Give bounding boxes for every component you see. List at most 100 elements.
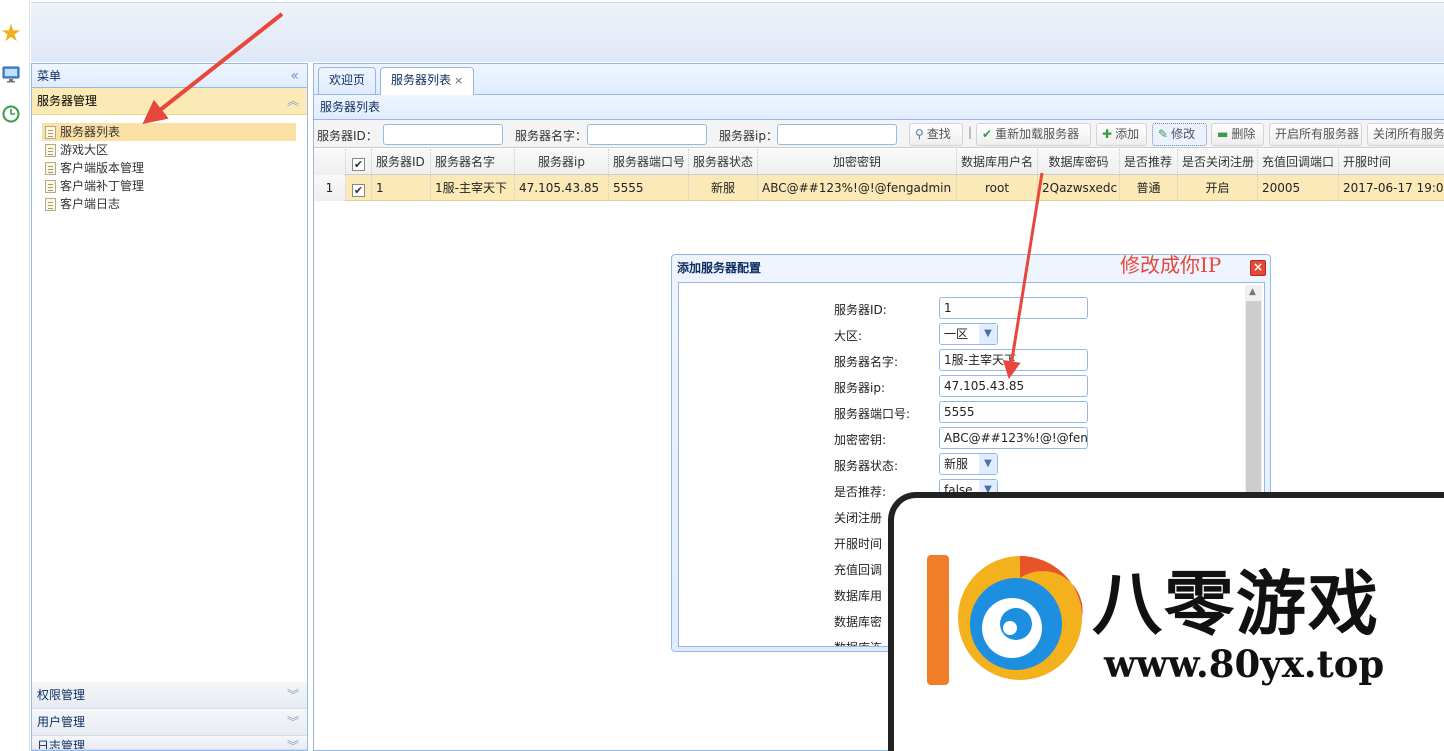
add-button[interactable]: ✚ 添加 [1096, 123, 1147, 146]
col-server-name[interactable]: 服务器名字 [431, 149, 515, 175]
server-id-label: 服务器ID： [317, 129, 378, 143]
rownum-header [314, 149, 346, 175]
encrypt-key-field[interactable]: ABC@##123%!@!@fengadmin [939, 427, 1088, 449]
watermark-brand: 八零游戏 [1092, 563, 1380, 645]
accordion-server-management[interactable]: 服务器管理 ︽ [32, 88, 307, 115]
left-icon-strip: ★ [0, 0, 30, 751]
tree-item-client-log[interactable]: 客户端日志 [42, 195, 296, 213]
chevron-down-icon[interactable]: ▼ [979, 454, 997, 474]
accordion-user[interactable]: 用户管理 ︾ [32, 709, 307, 736]
col-db-user[interactable]: 数据库用户名 [957, 149, 1038, 175]
select-all-checkbox[interactable]: ✔ [346, 149, 372, 175]
tab-close-icon[interactable]: × [454, 74, 463, 87]
start-all-servers-button[interactable]: 开启所有服务器 [1269, 123, 1362, 146]
cell-db-user: root [957, 175, 1038, 201]
cell-server-ip: 47.105.43.85 [515, 175, 609, 201]
tree-item-client-version[interactable]: 客户端版本管理 [42, 159, 296, 177]
field-region: 大区: 一区 ▼ [834, 323, 1094, 345]
tab-strip: 欢迎页 服务器列表 × [314, 64, 1444, 95]
table-row[interactable]: 1 ✔ 1 1服-主宰天下 47.105.43.85 5555 新服 ABC@#… [314, 175, 1444, 201]
stop-all-servers-button[interactable]: 关闭所有服务器 [1367, 123, 1444, 146]
tree-item-game-region[interactable]: 游戏大区 [42, 141, 296, 159]
star-icon[interactable]: ★ [0, 19, 22, 47]
server-id-field[interactable]: 1 [939, 297, 1088, 319]
clock-icon[interactable] [0, 103, 22, 125]
scroll-up-icon[interactable]: ▲ [1249, 287, 1256, 297]
col-close-register[interactable]: 是否关闭注册 [1178, 149, 1258, 175]
chevron-down-icon[interactable]: ︾ [287, 682, 299, 709]
accordion-bottom: 权限管理 ︾ 用户管理 ︾ 日志管理 ︾ [32, 682, 307, 750]
col-server-id[interactable]: 服务器ID [372, 149, 431, 175]
col-recharge-port[interactable]: 充值回调端口 [1258, 149, 1339, 175]
server-port-field[interactable]: 5555 [939, 401, 1088, 423]
cell-open-time: 2017-06-17 19:0 [1339, 175, 1444, 201]
cell-close-register: 开启 [1178, 175, 1258, 201]
search-toolbar: 服务器ID： 服务器名字： 服务器ip： ⚲ 查找 | ✔ 重新加载服务器 ✚ 添加 … [314, 120, 1444, 148]
accordion-label: 服务器管理 [37, 94, 98, 108]
file-icon [45, 198, 56, 211]
scrollbar-thumb[interactable] [1246, 301, 1261, 521]
cell-server-status: 新服 [689, 175, 758, 201]
field-server-port: 服务器端口号: 5555 [834, 401, 1094, 423]
chevron-down-icon[interactable]: ▼ [979, 324, 997, 344]
col-server-status[interactable]: 服务器状态 [689, 149, 758, 175]
field-server-name: 服务器名字: 1服-主宰天下 [834, 349, 1094, 371]
field-server-ip: 服务器ip: 47.105.43.85 [834, 375, 1094, 397]
server-ip-field[interactable]: 47.105.43.85 [939, 375, 1088, 397]
cell-server-port: 5555 [609, 175, 689, 201]
server-name-label: 服务器名字： [515, 129, 588, 143]
chevron-down-icon[interactable]: ︾ [287, 736, 299, 749]
watermark-bar [927, 555, 949, 685]
panel-title: 服务器列表 [314, 95, 1444, 120]
top-header [31, 2, 1444, 62]
chevron-up-icon[interactable]: ︽ [287, 88, 299, 115]
chevron-down-icon[interactable]: ︾ [287, 709, 299, 736]
minus-icon: ▬ [1217, 127, 1229, 141]
server-name-field[interactable]: 1服-主宰天下 [939, 349, 1088, 371]
cell-db-password: 2Qazwsxedc [1038, 175, 1120, 201]
server-name-input[interactable] [587, 124, 707, 145]
accordion-log[interactable]: 日志管理 ︾ [32, 736, 307, 750]
field-server-status: 服务器状态: 新服 ▼ [834, 453, 1094, 475]
server-status-select[interactable]: 新服 ▼ [939, 453, 998, 475]
server-id-input[interactable] [383, 124, 503, 145]
edit-button[interactable]: ✎ 修改 [1152, 123, 1207, 146]
col-db-password[interactable]: 数据库密码 [1038, 149, 1120, 175]
toolbar-separator: | [968, 125, 973, 139]
accordion-permission[interactable]: 权限管理 ︾ [32, 682, 307, 709]
tab-welcome[interactable]: 欢迎页 [318, 67, 377, 94]
col-server-port[interactable]: 服务器端口号 [609, 149, 689, 175]
check-icon: ✔ [352, 158, 365, 171]
tree-item-client-patch[interactable]: 客户端补丁管理 [42, 177, 296, 195]
tree-item-server-list[interactable]: 服务器列表 [42, 123, 296, 141]
field-server-id: 服务器ID: 1 [834, 297, 1094, 319]
col-recommended[interactable]: 是否推荐 [1120, 149, 1178, 175]
plus-icon: ✚ [1102, 127, 1113, 141]
reload-servers-button[interactable]: ✔ 重新加载服务器 [976, 123, 1091, 146]
watermark-url: www.80yx.top [1104, 642, 1385, 686]
col-encrypt-key[interactable]: 加密密钥 [758, 149, 957, 175]
region-select[interactable]: 一区 ▼ [939, 323, 998, 345]
row-checkbox[interactable]: ✔ [346, 175, 372, 201]
search-button[interactable]: ⚲ 查找 [909, 123, 963, 146]
grid-header: ✔ 服务器ID 服务器名字 服务器ip 服务器端口号 服务器状态 加密密钥 数据… [314, 149, 1444, 175]
file-icon [45, 180, 56, 193]
cell-recharge-port: 20005 [1258, 175, 1339, 201]
cell-server-name: 1服-主宰天下 [431, 175, 515, 201]
menu-title-label: 菜单 [37, 69, 62, 83]
col-open-time[interactable]: 开服时间 [1339, 149, 1444, 175]
close-icon[interactable]: × [1250, 260, 1266, 276]
collapse-left-icon[interactable]: « [290, 64, 299, 88]
server-ip-input[interactable] [777, 124, 897, 145]
monitor-icon[interactable] [0, 63, 22, 85]
delete-button[interactable]: ▬ 删除 [1211, 123, 1264, 146]
field-encrypt-key: 加密密钥:ABC@##123%!@!@fengadmin [834, 427, 1094, 449]
menu-title: 菜单 « [32, 64, 307, 88]
col-server-ip[interactable]: 服务器ip [515, 149, 609, 175]
server-menu-tree: 服务器列表 游戏大区 客户端版本管理 客户端补丁管理 客户端日志 [32, 115, 307, 670]
cell-encrypt-key: ABC@##123%!@!@fengadmin [758, 175, 957, 201]
check-icon: ✔ [982, 127, 993, 141]
tab-server-list[interactable]: 服务器列表 × [380, 67, 475, 95]
west-menu-panel: 菜单 « 服务器管理 ︽ 服务器列表 游戏大区 客户端版本管理 客户端补丁管理 … [31, 63, 308, 751]
file-icon [45, 126, 56, 139]
